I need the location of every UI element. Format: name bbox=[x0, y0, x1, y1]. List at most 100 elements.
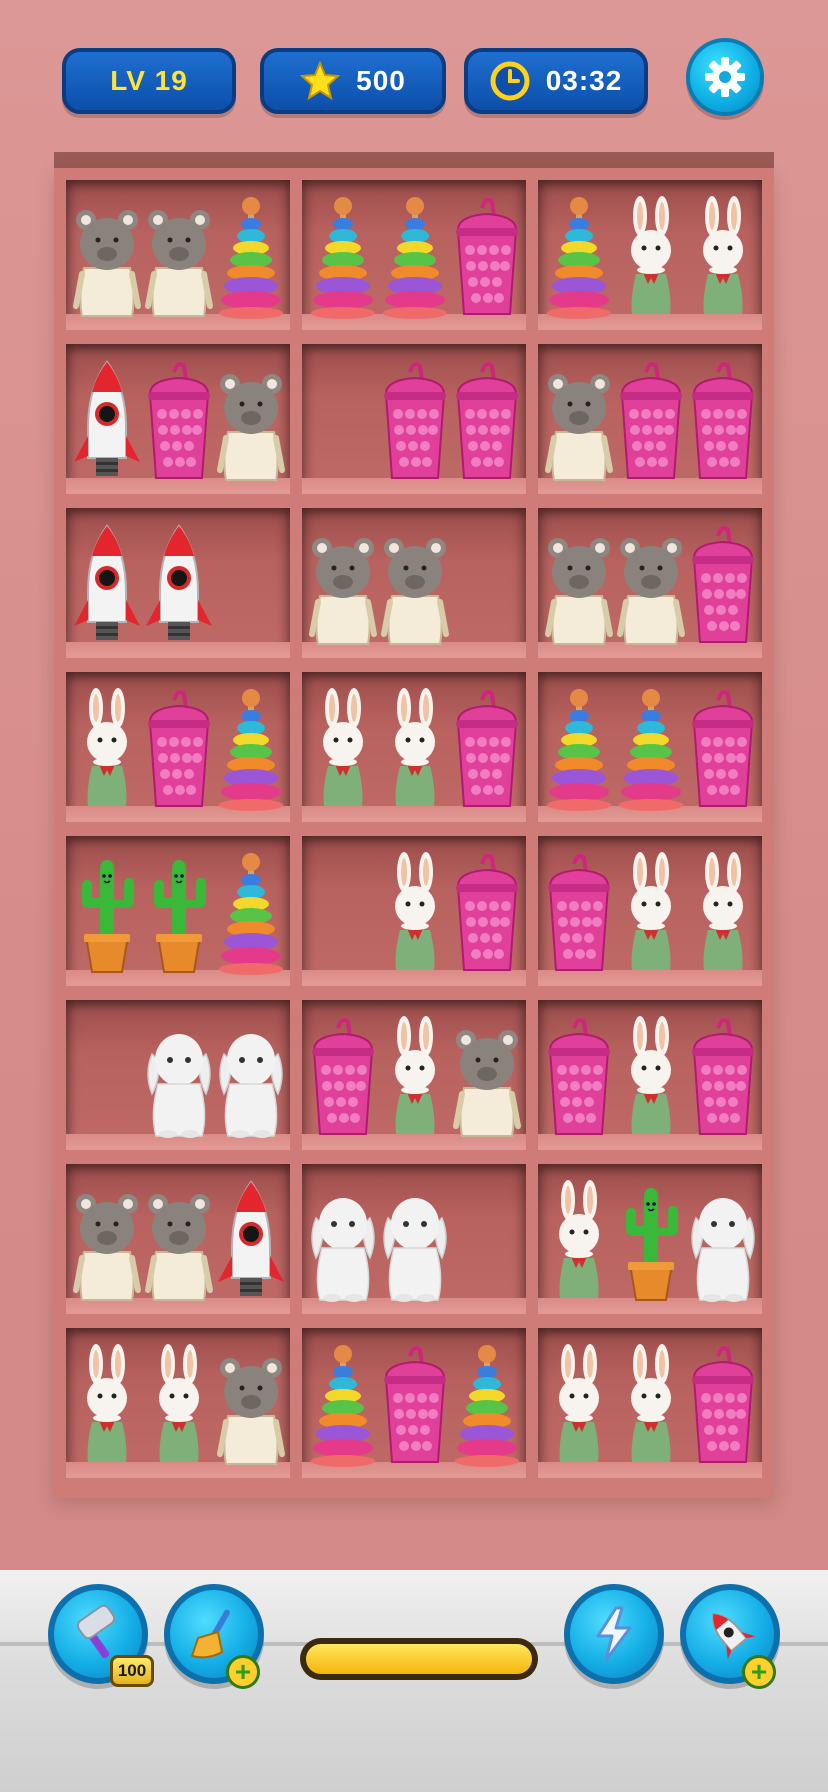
toy-stacker[interactable] bbox=[544, 190, 614, 320]
toy-mouse[interactable] bbox=[216, 354, 286, 484]
toy-mouse[interactable] bbox=[544, 354, 614, 484]
empty-slot[interactable] bbox=[308, 354, 378, 484]
toy-popit[interactable] bbox=[688, 682, 758, 812]
shelf-cell bbox=[538, 672, 762, 822]
toy-stacker[interactable] bbox=[216, 682, 286, 812]
toy-stacker[interactable] bbox=[216, 190, 286, 320]
lightning-booster-button[interactable] bbox=[564, 1584, 664, 1684]
timer: 03:32 bbox=[464, 48, 648, 114]
toy-bunny[interactable] bbox=[72, 682, 142, 812]
toy-bunny[interactable] bbox=[72, 1338, 142, 1468]
toy-popit[interactable] bbox=[544, 846, 614, 976]
toy-bunny[interactable] bbox=[380, 1010, 450, 1140]
toy-bunny[interactable] bbox=[144, 1338, 214, 1468]
empty-slot[interactable] bbox=[72, 1010, 142, 1140]
toy-bunny[interactable] bbox=[380, 682, 450, 812]
shelf-cell bbox=[538, 508, 762, 658]
rocket-add-button[interactable]: + bbox=[742, 1655, 776, 1689]
toy-mouse[interactable] bbox=[144, 1174, 214, 1304]
shelf-cell bbox=[538, 1000, 762, 1150]
toy-popit[interactable] bbox=[688, 518, 758, 648]
shelf-cell bbox=[66, 836, 290, 986]
empty-slot[interactable] bbox=[308, 846, 378, 976]
toy-bunny[interactable] bbox=[688, 190, 758, 320]
shelf-cell bbox=[302, 1328, 526, 1478]
toy-bunny[interactable] bbox=[380, 846, 450, 976]
shelf-cell bbox=[302, 672, 526, 822]
toy-popit[interactable] bbox=[308, 1010, 378, 1140]
toy-popit[interactable] bbox=[380, 1338, 450, 1468]
toy-rabbit[interactable] bbox=[144, 1010, 214, 1140]
empty-slot[interactable] bbox=[216, 518, 286, 648]
shelf-cell bbox=[302, 1164, 526, 1314]
toy-popit[interactable] bbox=[544, 1010, 614, 1140]
shelf-cell bbox=[538, 1164, 762, 1314]
toy-stacker[interactable] bbox=[216, 846, 286, 976]
toy-popit[interactable] bbox=[616, 354, 686, 484]
broom-add-button[interactable]: + bbox=[226, 1655, 260, 1689]
shelf-cell bbox=[538, 344, 762, 494]
toy-popit[interactable] bbox=[452, 190, 522, 320]
toy-mouse[interactable] bbox=[308, 518, 378, 648]
shelf-cell bbox=[66, 672, 290, 822]
toy-mouse[interactable] bbox=[72, 190, 142, 320]
toy-shelf bbox=[54, 168, 774, 1498]
shelf-cell bbox=[66, 1000, 290, 1150]
toy-rabbit[interactable] bbox=[308, 1174, 378, 1304]
toy-bunny[interactable] bbox=[688, 846, 758, 976]
toy-popit[interactable] bbox=[688, 354, 758, 484]
toy-rabbit[interactable] bbox=[380, 1174, 450, 1304]
toy-popit[interactable] bbox=[452, 682, 522, 812]
toy-popit[interactable] bbox=[144, 354, 214, 484]
toy-cactus[interactable] bbox=[72, 846, 142, 976]
toy-rocket[interactable] bbox=[144, 518, 214, 648]
shelf-cell bbox=[66, 180, 290, 330]
shelf-cell bbox=[302, 180, 526, 330]
toy-bunny[interactable] bbox=[616, 846, 686, 976]
toy-popit[interactable] bbox=[688, 1010, 758, 1140]
toy-rocket[interactable] bbox=[72, 354, 142, 484]
toy-bunny[interactable] bbox=[616, 190, 686, 320]
toy-bunny[interactable] bbox=[544, 1338, 614, 1468]
stars-value: 500 bbox=[356, 65, 406, 96]
shelf-cell bbox=[66, 1328, 290, 1478]
toy-rabbit[interactable] bbox=[216, 1010, 286, 1140]
level-indicator: LV 19 bbox=[62, 48, 236, 114]
toy-bunny[interactable] bbox=[544, 1174, 614, 1304]
shelf-cell bbox=[302, 508, 526, 658]
toy-mouse[interactable] bbox=[616, 518, 686, 648]
toy-popit[interactable] bbox=[452, 354, 522, 484]
toy-bunny[interactable] bbox=[308, 682, 378, 812]
toy-stacker[interactable] bbox=[452, 1338, 522, 1468]
settings-button[interactable] bbox=[686, 38, 764, 116]
rocket-icon bbox=[712, 1612, 756, 1660]
toy-stacker[interactable] bbox=[380, 190, 450, 320]
progress-fill bbox=[306, 1644, 532, 1674]
toy-rocket[interactable] bbox=[216, 1174, 286, 1304]
toy-mouse[interactable] bbox=[144, 190, 214, 320]
shelf-cell bbox=[66, 344, 290, 494]
toy-mouse[interactable] bbox=[72, 1174, 142, 1304]
toy-stacker[interactable] bbox=[308, 190, 378, 320]
toy-bunny[interactable] bbox=[616, 1010, 686, 1140]
timer-value: 03:32 bbox=[545, 65, 623, 96]
toy-rocket[interactable] bbox=[72, 518, 142, 648]
toy-cactus[interactable] bbox=[144, 846, 214, 976]
gear-icon bbox=[705, 57, 745, 97]
toy-mouse[interactable] bbox=[380, 518, 450, 648]
toy-mouse[interactable] bbox=[544, 518, 614, 648]
toy-stacker[interactable] bbox=[308, 1338, 378, 1468]
toy-mouse[interactable] bbox=[452, 1010, 522, 1140]
toy-popit[interactable] bbox=[452, 846, 522, 976]
toy-cactus[interactable] bbox=[616, 1174, 686, 1304]
toy-rabbit[interactable] bbox=[688, 1174, 758, 1304]
toy-popit[interactable] bbox=[380, 354, 450, 484]
empty-slot[interactable] bbox=[452, 518, 522, 648]
toy-popit[interactable] bbox=[144, 682, 214, 812]
toy-popit[interactable] bbox=[688, 1338, 758, 1468]
toy-mouse[interactable] bbox=[216, 1338, 286, 1468]
empty-slot[interactable] bbox=[452, 1174, 522, 1304]
toy-stacker[interactable] bbox=[616, 682, 686, 812]
toy-stacker[interactable] bbox=[544, 682, 614, 812]
toy-bunny[interactable] bbox=[616, 1338, 686, 1468]
